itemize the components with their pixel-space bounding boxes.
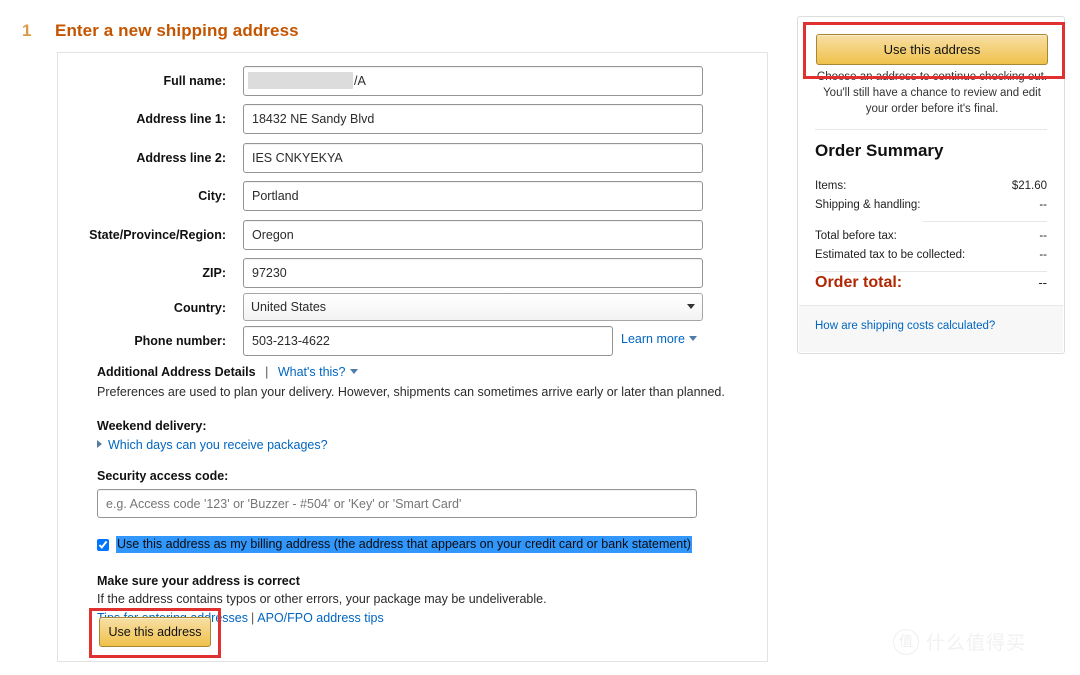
- caret-down-icon: [688, 336, 697, 341]
- zip-input[interactable]: [243, 258, 703, 288]
- label-state: State/Province/Region:: [89, 228, 226, 242]
- label-address-line-2: Address line 2:: [136, 151, 226, 165]
- state-input[interactable]: [243, 220, 703, 250]
- form-row-state: State/Province/Region:: [58, 220, 767, 250]
- form-row-address-line-1: Address line 1:: [58, 104, 767, 134]
- make-sure-title: Make sure your address is correct: [97, 574, 300, 588]
- summary-rule-2: [815, 271, 1047, 272]
- summary-value-items: $21.60: [1011, 180, 1047, 192]
- label-address-line-1: Address line 1:: [136, 112, 226, 126]
- order-summary-title: Order Summary: [815, 141, 944, 160]
- shipping-costs-link[interactable]: How are shipping costs calculated?: [815, 320, 995, 332]
- form-row-city: City:: [58, 181, 767, 211]
- sidebar-note: Choose an address to continue checking o…: [816, 71, 1048, 115]
- sidebar-footer: How are shipping costs calculated?: [799, 305, 1063, 352]
- summary-row-shipping: Shipping & handling: --: [815, 196, 1047, 215]
- country-select[interactable]: United States: [243, 293, 703, 321]
- tips-separator: |: [251, 611, 255, 625]
- billing-address-checkbox[interactable]: [97, 538, 109, 551]
- phone-number-input[interactable]: [243, 326, 613, 356]
- additional-details-title: Additional Address Details: [97, 365, 256, 379]
- step-header: 1 Enter a new shipping address: [0, 18, 780, 44]
- summary-row-total-before-tax: Total before tax: --: [815, 227, 1047, 246]
- apo-fpo-address-tips-link[interactable]: APO/FPO address tips: [257, 611, 383, 625]
- weekend-delivery-link-row: Which days can you receive packages?: [97, 437, 757, 453]
- summary-label-items: Items:: [815, 180, 847, 192]
- summary-value-shipping: --: [1039, 199, 1047, 211]
- address-line-2-input[interactable]: [243, 143, 703, 173]
- form-row-phone: Phone number: Learn more: [58, 326, 767, 356]
- order-total-value: --: [1038, 275, 1047, 290]
- order-total-label: Order total:: [815, 274, 903, 291]
- order-summary-sidebar: Use this address Choose an address to co…: [797, 16, 1065, 354]
- summary-rule-1: [923, 221, 1047, 222]
- summary-label-shipping: Shipping & handling:: [815, 199, 921, 211]
- preferences-note: Preferences are used to plan your delive…: [97, 385, 725, 399]
- summary-value-estimated-tax: --: [1039, 249, 1047, 261]
- full-name-redaction-bar: [248, 72, 353, 89]
- summary-row-estimated-tax: Estimated tax to be collected: --: [815, 246, 1047, 265]
- label-country: Country:: [173, 301, 226, 315]
- billing-address-label[interactable]: Use this address as my billing address (…: [116, 536, 692, 553]
- use-this-address-button-sidebar[interactable]: Use this address: [816, 34, 1048, 65]
- label-zip: ZIP:: [202, 266, 226, 280]
- address-line-1-input[interactable]: [243, 104, 703, 134]
- form-row-address-line-2: Address line 2:: [58, 143, 767, 173]
- summary-value-total-before-tax: --: [1039, 230, 1047, 242]
- country-select-wrapper: United States: [243, 293, 703, 321]
- security-access-code-title: Security access code:: [97, 469, 229, 483]
- form-row-full-name: Full name:: [58, 66, 767, 96]
- page-title: Enter a new shipping address: [55, 21, 299, 40]
- learn-more-link[interactable]: Learn more: [621, 332, 697, 346]
- weekend-delivery-title: Weekend delivery:: [97, 419, 207, 433]
- whats-this-link[interactable]: What's this?: [278, 365, 358, 379]
- order-summary-rows: Items: $21.60 Shipping & handling: -- To…: [815, 177, 1047, 277]
- billing-address-row[interactable]: Use this address as my billing address (…: [97, 536, 757, 553]
- watermark: 值 什么值得买: [893, 628, 1026, 655]
- sidebar-divider: [815, 129, 1047, 130]
- heading-separator: |: [265, 365, 269, 379]
- summary-row-items: Items: $21.60: [815, 177, 1047, 196]
- order-total-row: Order total: --: [815, 274, 1047, 292]
- form-row-zip: ZIP:: [58, 258, 767, 288]
- make-sure-note: If the address contains typos or other e…: [97, 592, 547, 606]
- additional-address-details-section: Additional Address Details | What's this…: [97, 363, 757, 627]
- label-city: City:: [198, 189, 226, 203]
- whats-this-label: What's this?: [277, 365, 346, 379]
- address-form-panel: Full name: Address line 1: Address line …: [57, 52, 768, 662]
- triangle-right-icon: [97, 440, 102, 448]
- caret-down-icon: [349, 369, 358, 374]
- form-row-country: Country: United States: [58, 293, 767, 323]
- city-input[interactable]: [243, 181, 703, 211]
- additional-details-heading: Additional Address Details | What's this…: [97, 363, 757, 381]
- label-phone-number: Phone number:: [134, 334, 226, 348]
- summary-label-total-before-tax: Total before tax:: [815, 230, 897, 242]
- watermark-logo-icon: 值: [893, 628, 919, 655]
- step-number: 1: [22, 21, 32, 40]
- security-access-code-input[interactable]: [97, 489, 697, 518]
- watermark-text: 什么值得买: [926, 633, 1027, 654]
- weekend-delivery-link[interactable]: Which days can you receive packages?: [108, 438, 328, 452]
- label-full-name: Full name:: [163, 74, 226, 88]
- use-this-address-button-bottom[interactable]: Use this address: [99, 617, 211, 647]
- learn-more-label: Learn more: [621, 332, 685, 346]
- summary-label-estimated-tax: Estimated tax to be collected:: [815, 249, 966, 261]
